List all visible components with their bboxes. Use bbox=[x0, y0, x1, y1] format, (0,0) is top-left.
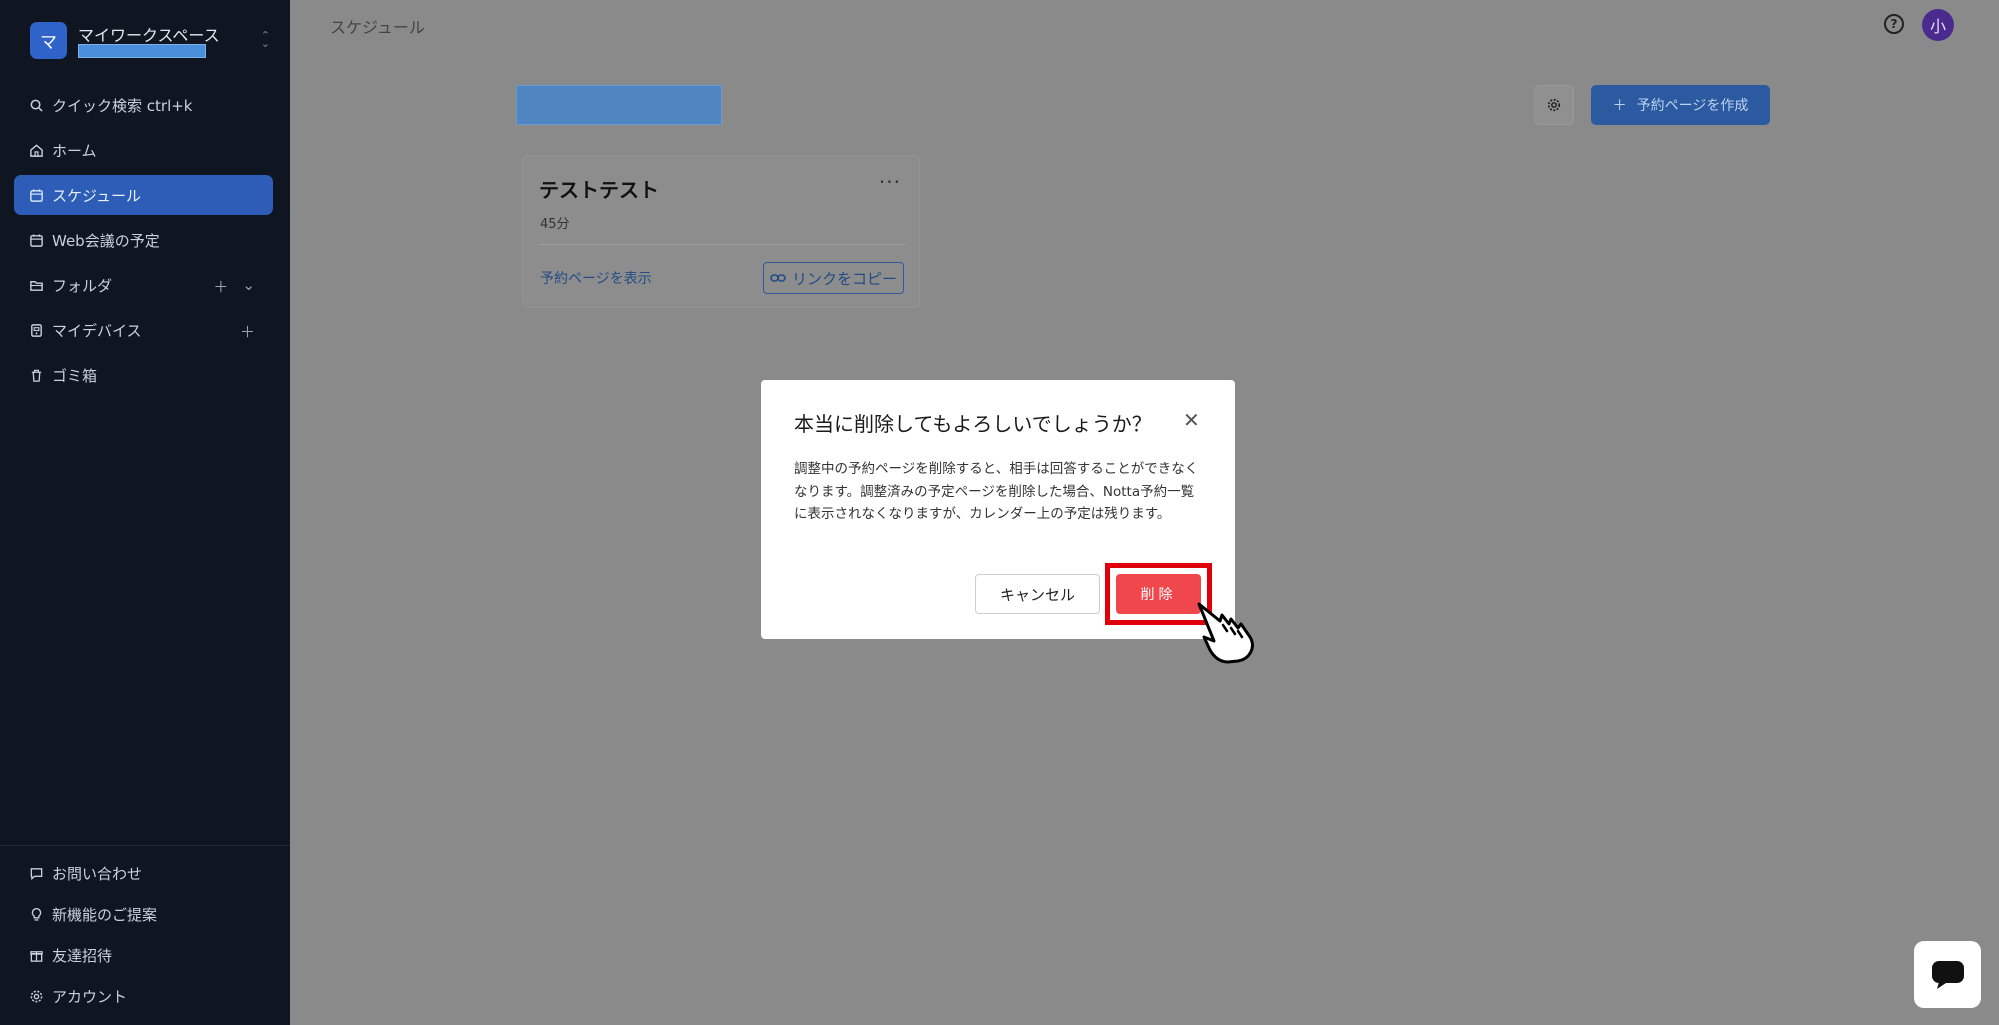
delete-button[interactable]: 削除 bbox=[1116, 574, 1201, 614]
search-icon bbox=[28, 97, 44, 113]
booking-page-card[interactable]: テストテスト ··· 45分 予約ページを表示 リンクをコピー bbox=[522, 155, 920, 308]
delete-confirm-dialog: 本当に削除してもよろしいでしょうか？ ✕ 調整中の予約ページを削除すると、相手は… bbox=[761, 380, 1235, 639]
link-icon bbox=[770, 274, 786, 282]
card-title: テストテスト bbox=[539, 178, 659, 202]
add-device-icon[interactable]: ＋ bbox=[240, 321, 255, 342]
gear-icon bbox=[28, 988, 44, 1004]
sidebar-item-label: スケジュール bbox=[52, 186, 141, 205]
sidebar-item-label: ホーム bbox=[52, 141, 97, 160]
workspace-name: マイワークスペース bbox=[78, 26, 220, 45]
sidebar-item-label: 新機能のご提案 bbox=[52, 905, 158, 924]
create-booking-page-button[interactable]: ＋ 予約ページを作成 bbox=[1591, 85, 1770, 125]
chevron-updown-icon[interactable]: ⌃ ⌄ bbox=[261, 30, 270, 49]
sidebar-item-folder[interactable]: フォルダ ＋ ⌄ bbox=[14, 265, 273, 305]
sidebar-item-contact[interactable]: お問い合わせ bbox=[14, 853, 273, 893]
close-icon[interactable]: ✕ bbox=[1183, 408, 1200, 432]
avatar[interactable]: 小 bbox=[1922, 9, 1954, 41]
sidebar-item-home[interactable]: ホーム bbox=[14, 130, 273, 170]
sidebar-item-label: フォルダ bbox=[52, 276, 113, 295]
sidebar-item-label: Web会議の予定 bbox=[52, 231, 160, 250]
page-title: スケジュール bbox=[330, 18, 425, 37]
dialog-title: 本当に削除してもよろしいでしょうか？ bbox=[794, 412, 1152, 436]
copy-link-label: リンクをコピー bbox=[791, 269, 897, 288]
cancel-button[interactable]: キャンセル bbox=[975, 574, 1100, 614]
quick-search-label: クイック検索 ctrl+k bbox=[52, 96, 193, 115]
sidebar-item-trash[interactable]: ゴミ箱 bbox=[14, 355, 273, 395]
workspace-switcher[interactable]: マ マイワークスペース ⌃ ⌄ bbox=[30, 22, 270, 62]
message-icon bbox=[28, 865, 44, 881]
gear-icon bbox=[1547, 98, 1561, 112]
trash-icon bbox=[28, 367, 44, 383]
sidebar-item-my-device[interactable]: マイデバイス ＋ bbox=[14, 310, 273, 350]
copy-link-button[interactable]: リンクをコピー bbox=[763, 262, 904, 294]
calendar-icon bbox=[28, 232, 44, 248]
sidebar-divider bbox=[0, 845, 290, 846]
home-icon bbox=[28, 142, 44, 158]
chat-widget-button[interactable] bbox=[1914, 941, 1981, 1008]
dialog-message: 調整中の予約ページを削除すると、相手は回答することができなくなります。調整済みの… bbox=[794, 461, 1199, 522]
sidebar-item-label: お問い合わせ bbox=[52, 864, 143, 883]
workspace-subtitle-redacted bbox=[78, 44, 206, 58]
sidebar-item-web-meetings[interactable]: Web会議の予定 bbox=[14, 220, 273, 260]
chevron-down-icon[interactable]: ⌄ bbox=[242, 276, 255, 297]
hand-pointer-icon bbox=[1197, 602, 1254, 664]
folder-icon bbox=[28, 277, 44, 293]
help-icon[interactable]: ? bbox=[1884, 14, 1904, 34]
add-folder-icon[interactable]: ＋ bbox=[213, 276, 228, 297]
card-duration: 45分 bbox=[540, 217, 570, 232]
more-options-icon[interactable]: ··· bbox=[879, 170, 901, 194]
card-divider bbox=[539, 244, 905, 245]
view-booking-page-link[interactable]: 予約ページを表示 bbox=[540, 268, 652, 288]
sidebar-item-invite-friends[interactable]: 友達招待 bbox=[14, 935, 273, 975]
sidebar-item-schedule[interactable]: スケジュール bbox=[14, 175, 273, 215]
device-icon bbox=[28, 322, 44, 338]
sidebar-item-account[interactable]: アカウント bbox=[14, 976, 273, 1016]
gift-icon bbox=[28, 947, 44, 963]
settings-button[interactable] bbox=[1534, 85, 1574, 125]
lightbulb-icon bbox=[28, 906, 44, 922]
sidebar: マ マイワークスペース ⌃ ⌄ クイック検索 ctrl+k ホーム スケジュール … bbox=[0, 0, 290, 1025]
chat-icon bbox=[1931, 960, 1964, 989]
quick-search-button[interactable]: クイック検索 ctrl+k bbox=[14, 85, 273, 125]
sidebar-item-label: 友達招待 bbox=[52, 946, 113, 965]
plus-icon: ＋ bbox=[1612, 98, 1627, 114]
search-input-redacted[interactable] bbox=[516, 85, 722, 125]
sidebar-item-label: マイデバイス bbox=[52, 321, 142, 340]
calendar-icon bbox=[28, 187, 44, 203]
workspace-logo: マ bbox=[30, 22, 67, 59]
sidebar-item-label: アカウント bbox=[52, 987, 128, 1006]
sidebar-item-label: ゴミ箱 bbox=[52, 366, 98, 385]
sidebar-item-feature-request[interactable]: 新機能のご提案 bbox=[14, 894, 273, 934]
create-booking-page-label: 予約ページを作成 bbox=[1636, 98, 1749, 114]
